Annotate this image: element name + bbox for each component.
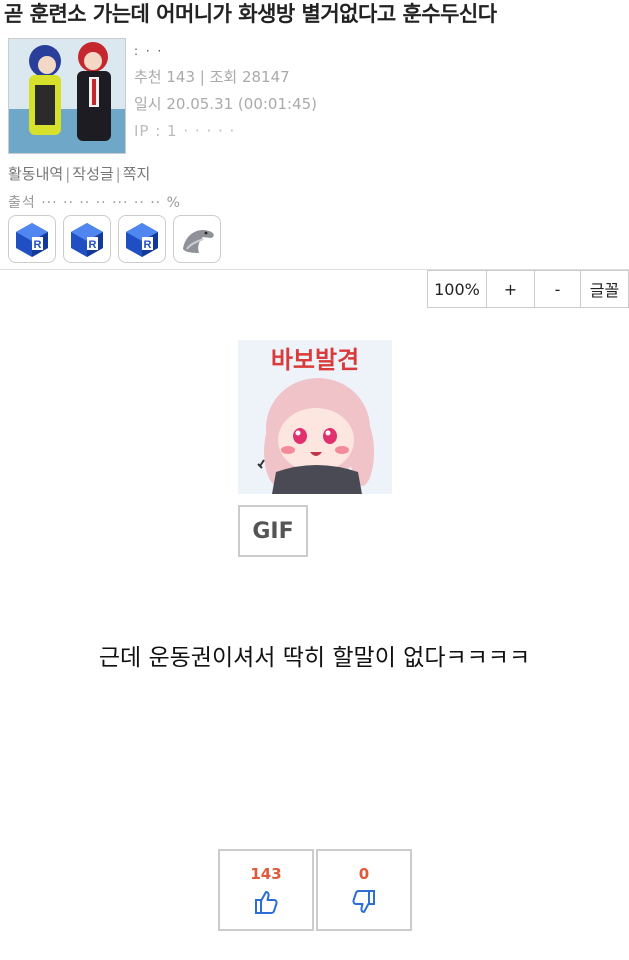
separator: |: [65, 165, 71, 183]
posts-link[interactable]: 작성글: [72, 165, 113, 183]
font-size-controls: 100% + - 글꼴: [427, 270, 629, 308]
message-link[interactable]: 쪽지: [123, 165, 151, 183]
dolphin-badge-icon[interactable]: [173, 215, 221, 263]
badge-list: R R R: [8, 215, 221, 263]
decrease-font-button[interactable]: -: [535, 271, 581, 307]
increase-font-button[interactable]: +: [487, 271, 535, 307]
author-links: 활동내역 | 작성글 | 쪽지: [8, 163, 150, 184]
post-date: 일시 20.05.31 (00:01:45): [134, 95, 318, 113]
ip-address: IP : 1 · · · · ·: [134, 122, 236, 140]
author-nickname[interactable]: : · ·: [134, 38, 317, 64]
downvote-button[interactable]: 0: [316, 849, 412, 931]
separator: |: [115, 165, 121, 183]
svg-text:R: R: [89, 239, 97, 251]
svg-text:R: R: [144, 239, 152, 251]
sticker-image: 바보발견: [238, 340, 392, 494]
profile-image[interactable]: [8, 38, 126, 154]
activity-link[interactable]: 활동내역: [8, 165, 63, 183]
blue-cube-badge-icon[interactable]: R: [8, 215, 56, 263]
recommend-views: 추천 143 | 조회 28147: [134, 68, 290, 86]
thumbs-down-icon: [351, 889, 377, 919]
blue-cube-badge-icon[interactable]: R: [63, 215, 111, 263]
post-meta: : · · 추천 143 | 조회 28147 일시 20.05.31 (00:…: [134, 38, 317, 145]
sticker-caption: 바보발견: [271, 346, 359, 374]
font-select-button[interactable]: 글꼴: [581, 271, 629, 307]
thumbs-up-icon: [253, 889, 279, 919]
post-title: 곧 훈련소 가는데 어머니가 화생방 별거없다고 훈수두신다: [4, 2, 497, 26]
upvote-count: 143: [250, 865, 282, 883]
svg-text:R: R: [34, 239, 42, 251]
post-content: 근데 운동권이셔서 딱히 할말이 없다ㅋㅋㅋㅋ: [98, 645, 531, 671]
upvote-button[interactable]: 143: [218, 849, 314, 931]
attendance-info: 출석 ··· ·· ·· ·· ··· ·· ·· %: [8, 195, 181, 208]
zoom-level: 100%: [428, 271, 487, 307]
blue-cube-badge-icon[interactable]: R: [118, 215, 166, 263]
gif-button[interactable]: GIF: [238, 505, 308, 557]
downvote-count: 0: [358, 865, 370, 883]
